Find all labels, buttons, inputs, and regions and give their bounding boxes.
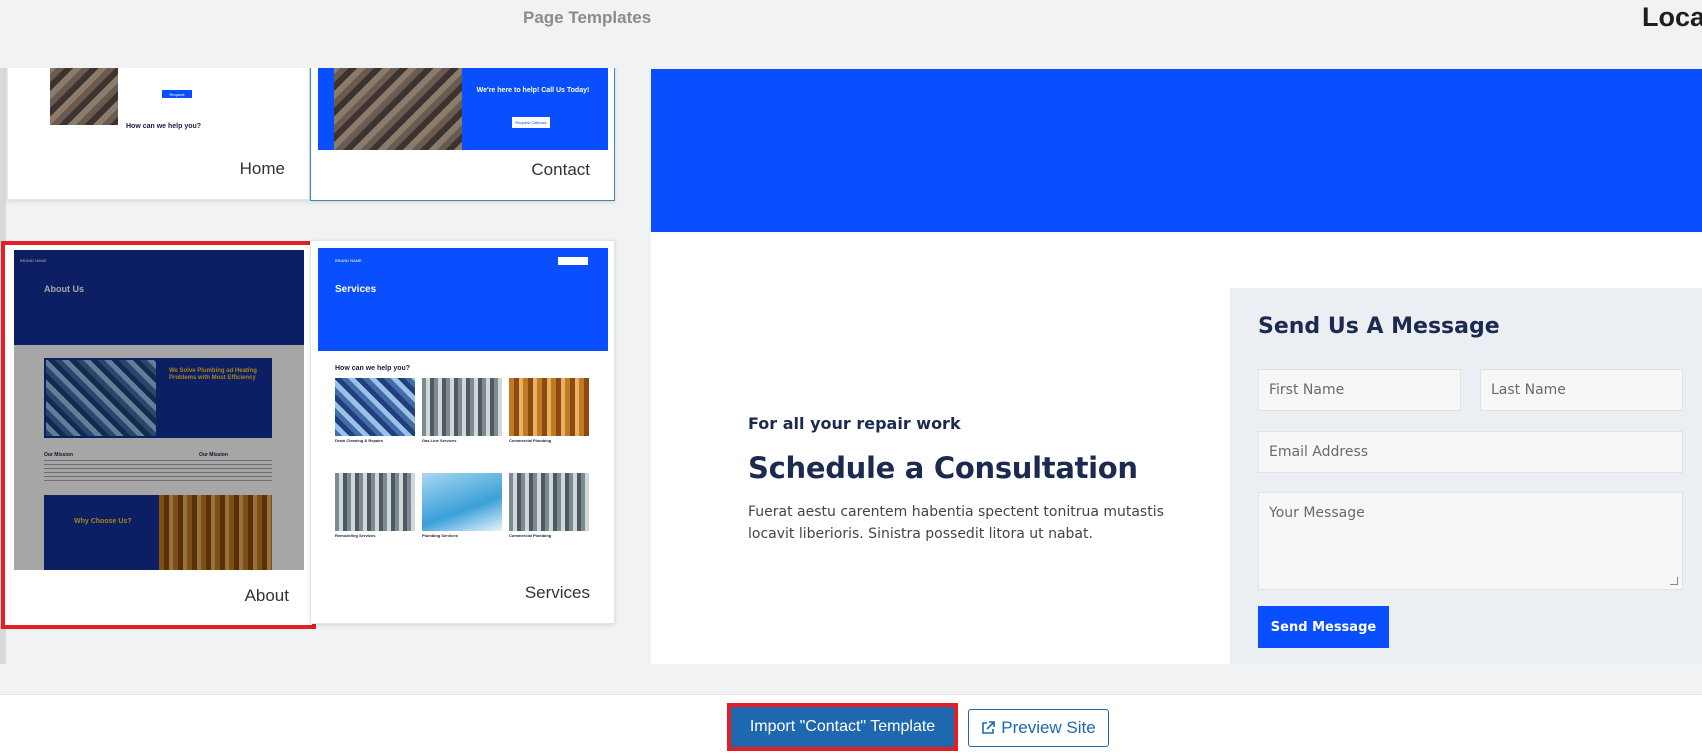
template-card-about[interactable]: BRAND NAME About Us We Solve Plumbing ad… (1, 241, 316, 629)
message-field[interactable]: Your Message (1258, 492, 1683, 590)
services-photo-1 (335, 378, 415, 436)
home-photo (50, 68, 118, 125)
preview-site-label: Preview Site (1001, 718, 1096, 737)
contact-form: Send Us A Message First Name Last Name E… (1230, 288, 1702, 664)
page-title: Page Templates (523, 8, 652, 27)
external-link-icon (982, 721, 996, 734)
home-section-title: How can we help you? (126, 123, 202, 130)
preview-kicker: For all your repair work (748, 414, 961, 433)
import-template-button[interactable]: Import "Contact" Template (727, 703, 958, 751)
contact-thumbnail: We're here to help! Call Us Today! Reque… (318, 68, 608, 150)
services-thumbnail: BRAND NAME Services How can we help you?… (318, 248, 608, 568)
last-name-field[interactable]: Last Name (1480, 369, 1683, 411)
first-name-field[interactable]: First Name (1258, 369, 1461, 411)
home-cta-button: Request Callback (161, 89, 193, 106)
template-card-services[interactable]: BRAND NAME Services How can we help you?… (310, 240, 615, 624)
send-message-button[interactable]: Send Message (1258, 606, 1389, 648)
template-card-contact[interactable]: We're here to help! Call Us Today! Reque… (310, 68, 615, 201)
services-section-title: How can we help you? (335, 365, 411, 372)
about-thumbnail: BRAND NAME About Us We Solve Plumbing ad… (14, 250, 304, 570)
template-card-home-label: Home (239, 159, 285, 178)
template-card-about-label: About (244, 586, 289, 605)
contact-photo (334, 68, 462, 150)
home-text-lines (161, 68, 281, 71)
contact-headline: We're here to help! Call Us Today! (476, 87, 590, 94)
services-item-3: Commercial Plumbing (509, 438, 552, 443)
header-right-text: Loca (1642, 2, 1702, 32)
resize-grip-icon[interactable] (1670, 577, 1678, 585)
services-item-2: Gas Line Services (422, 438, 457, 443)
about-dim-overlay (14, 250, 304, 570)
template-card-home[interactable]: Request Callback How can we help you? Ho… (7, 68, 310, 200)
preview-title: Schedule a Consultation (748, 451, 1138, 485)
services-photo-3 (509, 378, 589, 436)
services-photo-4 (335, 473, 415, 531)
contact-cta-button: Request Callback (512, 117, 550, 128)
services-photo-2 (422, 378, 502, 436)
action-bar: Import "Contact" Template Preview Site (0, 694, 1702, 754)
services-photo-6 (509, 473, 589, 531)
form-title: Send Us A Message (1258, 314, 1500, 339)
template-preview: For all your repair work Schedule a Cons… (651, 69, 1702, 664)
message-placeholder: Your Message (1269, 505, 1365, 521)
preview-site-button[interactable]: Preview Site (968, 709, 1109, 747)
services-hero-title: Services (335, 284, 377, 295)
home-thumbnail: Request Callback How can we help you? (16, 68, 302, 137)
template-card-services-label: Services (524, 583, 590, 602)
services-item-5: Plumbing Services (422, 533, 458, 538)
services-item-1: Drain Cleaning & Repairs (335, 438, 384, 443)
services-item-6: Commercial Plumbing (509, 533, 552, 538)
email-field[interactable]: Email Address (1258, 431, 1683, 473)
template-card-contact-label: Contact (531, 160, 590, 179)
template-grid: Request Callback How can we help you? Ho… (0, 68, 620, 664)
preview-hero-band (651, 69, 1702, 232)
preview-intro: For all your repair work Schedule a Cons… (748, 414, 1178, 545)
services-nav-button (558, 257, 588, 265)
services-brand: BRAND NAME (335, 258, 362, 263)
services-item-4: Remodeling Services (335, 533, 376, 538)
preview-body: Fuerat aestu carentem habentia spectent … (748, 504, 1164, 542)
services-photo-5 (422, 473, 502, 531)
template-picker-page: Page Templates Loca Request Callback How… (0, 0, 1702, 754)
